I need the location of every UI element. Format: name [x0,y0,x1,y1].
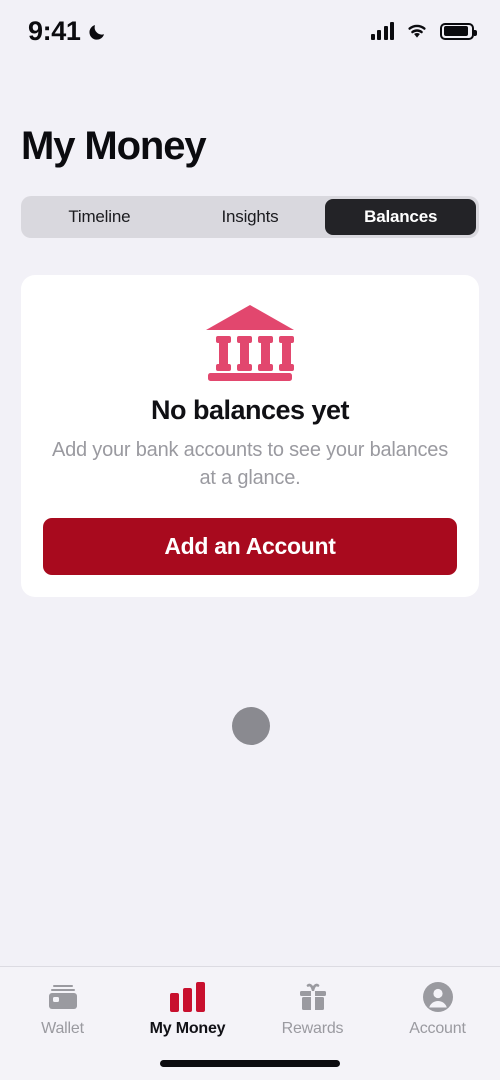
bottom-tab-bar: Wallet My Money Rewards Account [0,966,500,1080]
segment-timeline[interactable]: Timeline [24,199,175,235]
tab-label-rewards: Rewards [281,1020,344,1037]
segment-insights[interactable]: Insights [175,199,326,235]
tab-label-my-money: My Money [149,1020,226,1037]
home-indicator [160,1060,340,1067]
tab-label-wallet: Wallet [41,1020,84,1037]
bar-chart-icon [170,981,205,1013]
crescent-moon-icon [87,21,108,42]
empty-state-card: No balances yet Add your bank accounts t… [21,275,479,598]
bank-building-icon [204,303,296,381]
person-circle-icon [422,981,453,1013]
tab-my-money[interactable]: My Money [125,981,250,1038]
tab-account[interactable]: Account [375,981,500,1038]
tab-wallet[interactable]: Wallet [0,981,125,1038]
wallet-card-icon [47,981,79,1013]
status-bar-left: 9:41 [28,16,108,47]
status-bar-right [370,22,477,40]
wifi-icon [405,22,429,40]
app-screen: 9:41 My Money Timeline Insights Balances… [0,0,500,1080]
empty-state-title: No balances yet [150,395,350,425]
segment-balances[interactable]: Balances [325,199,477,235]
cellular-signal-icon [370,22,394,40]
status-bar: 9:41 [0,0,500,62]
empty-state-subtitle: Add your bank accounts to see your balan… [51,439,449,489]
add-account-button[interactable]: Add an Account [43,518,457,576]
loading-indicator [232,707,270,745]
segmented-control[interactable]: Timeline Insights Balances [21,196,479,238]
tab-rewards[interactable]: Rewards [250,981,375,1038]
page-title: My Money [21,124,207,168]
battery-icon [440,22,477,40]
gift-icon [297,981,329,1013]
status-time: 9:41 [28,15,81,46]
tab-label-account: Account [409,1020,466,1037]
